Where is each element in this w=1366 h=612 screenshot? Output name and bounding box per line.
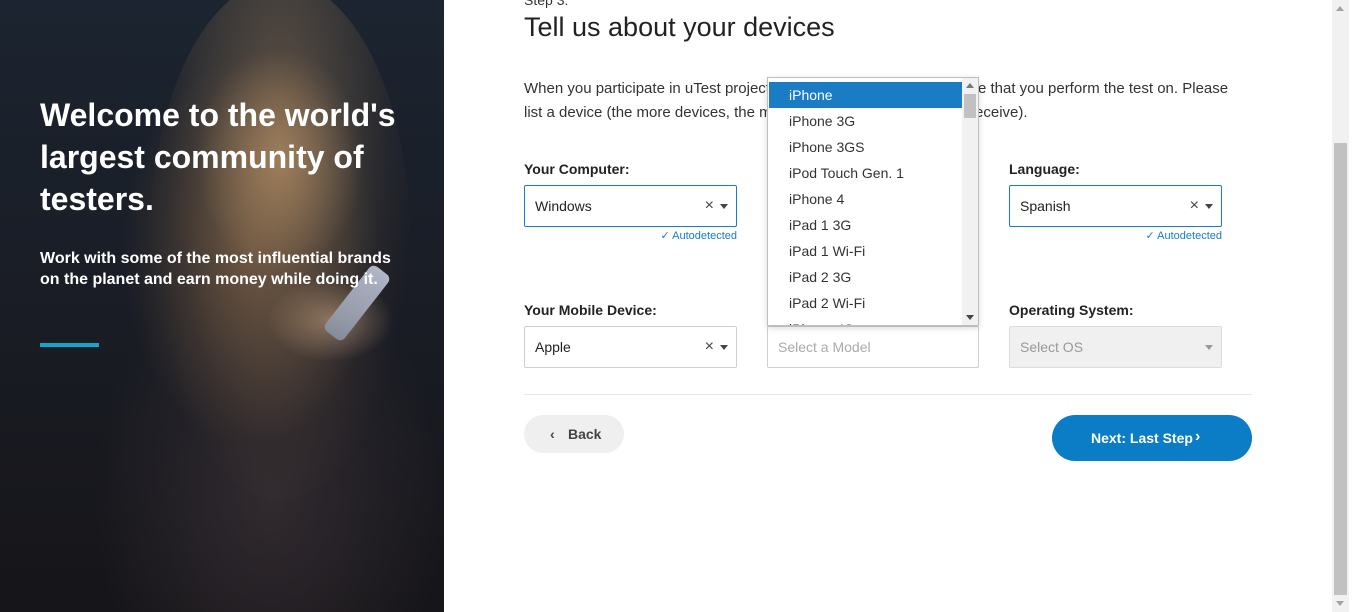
- dropdown-option[interactable]: iPhone 4: [769, 186, 962, 212]
- chevron-down-icon[interactable]: [720, 204, 728, 209]
- dropdown-option[interactable]: iPhone 3G: [769, 108, 962, 134]
- language-select[interactable]: Spanish ×: [1009, 185, 1222, 227]
- chevron-down-icon[interactable]: [1205, 204, 1213, 209]
- back-button[interactable]: ‹ Back: [524, 415, 624, 453]
- dropdown-option[interactable]: iPhone 3GS: [769, 134, 962, 160]
- hero-title: Welcome to the world's largest community…: [40, 97, 396, 217]
- mobile-clear-icon[interactable]: ×: [705, 327, 714, 367]
- computer-value: Windows: [535, 198, 592, 214]
- mobile-device-select[interactable]: Apple ×: [524, 326, 737, 368]
- language-value: Spanish: [1020, 198, 1071, 214]
- dropdown-option[interactable]: iPad 1 Wi-Fi: [769, 238, 962, 264]
- chevron-down-icon[interactable]: [720, 345, 728, 350]
- model-placeholder: Select a Model: [778, 339, 871, 355]
- computer-select[interactable]: Windows ×: [524, 185, 737, 227]
- computer-label: Your Computer:: [524, 161, 630, 177]
- computer-clear-icon[interactable]: ×: [705, 186, 714, 226]
- hero-subtitle: Work with some of the most influential b…: [40, 250, 391, 288]
- chevron-down-icon[interactable]: [1205, 345, 1213, 350]
- dropdown-option[interactable]: iPhone: [769, 82, 962, 108]
- dropdown-scroll-thumb[interactable]: [964, 94, 976, 118]
- dropdown-option[interactable]: iPad 2 3G: [769, 264, 962, 290]
- language-clear-icon[interactable]: ×: [1190, 186, 1199, 226]
- scroll-down-icon[interactable]: [1336, 601, 1344, 606]
- scroll-down-icon[interactable]: [966, 315, 974, 320]
- page-scrollbar[interactable]: [1332, 0, 1349, 612]
- divider: [524, 394, 1252, 395]
- mobile-device-value: Apple: [535, 339, 571, 355]
- dropdown-option[interactable]: iPod Touch Gen. 1: [769, 160, 962, 186]
- step-label: Step 3:: [524, 0, 569, 8]
- next-button-label: Next: Last Step: [1091, 430, 1193, 446]
- computer-autodetected: ✓ Autodetected: [660, 230, 738, 242]
- os-label: Operating System:: [1009, 302, 1134, 318]
- next-button[interactable]: Next: Last Step ›: [1052, 415, 1252, 461]
- page-scroll-thumb[interactable]: [1334, 143, 1347, 595]
- language-label: Language:: [1009, 161, 1080, 177]
- chevron-left-icon: ‹: [550, 426, 555, 442]
- hero-accent-line: [40, 343, 99, 347]
- model-dropdown-list[interactable]: iPhone iPhone 3G iPhone 3GS iPod Touch G…: [767, 77, 979, 326]
- hero-panel: Welcome to the world's largest community…: [0, 0, 444, 612]
- chevron-right-icon: ›: [1195, 428, 1201, 445]
- dropdown-scrollbar[interactable]: [962, 78, 978, 325]
- language-autodetected: ✓ Autodetected: [1145, 230, 1223, 242]
- scroll-up-icon[interactable]: [966, 83, 974, 88]
- back-button-label: Back: [568, 426, 602, 442]
- dropdown-option[interactable]: iPhone 4S: [769, 316, 962, 325]
- os-select[interactable]: Select OS: [1009, 326, 1222, 368]
- page-title: Tell us about your devices: [524, 12, 835, 42]
- dropdown-option[interactable]: iPad 2 Wi-Fi: [769, 290, 962, 316]
- scroll-up-icon[interactable]: [1336, 6, 1344, 11]
- dropdown-option[interactable]: iPad 1 3G: [769, 212, 962, 238]
- os-placeholder: Select OS: [1020, 339, 1084, 355]
- model-select[interactable]: Select a Model: [767, 326, 979, 368]
- mobile-device-label: Your Mobile Device:: [524, 302, 657, 318]
